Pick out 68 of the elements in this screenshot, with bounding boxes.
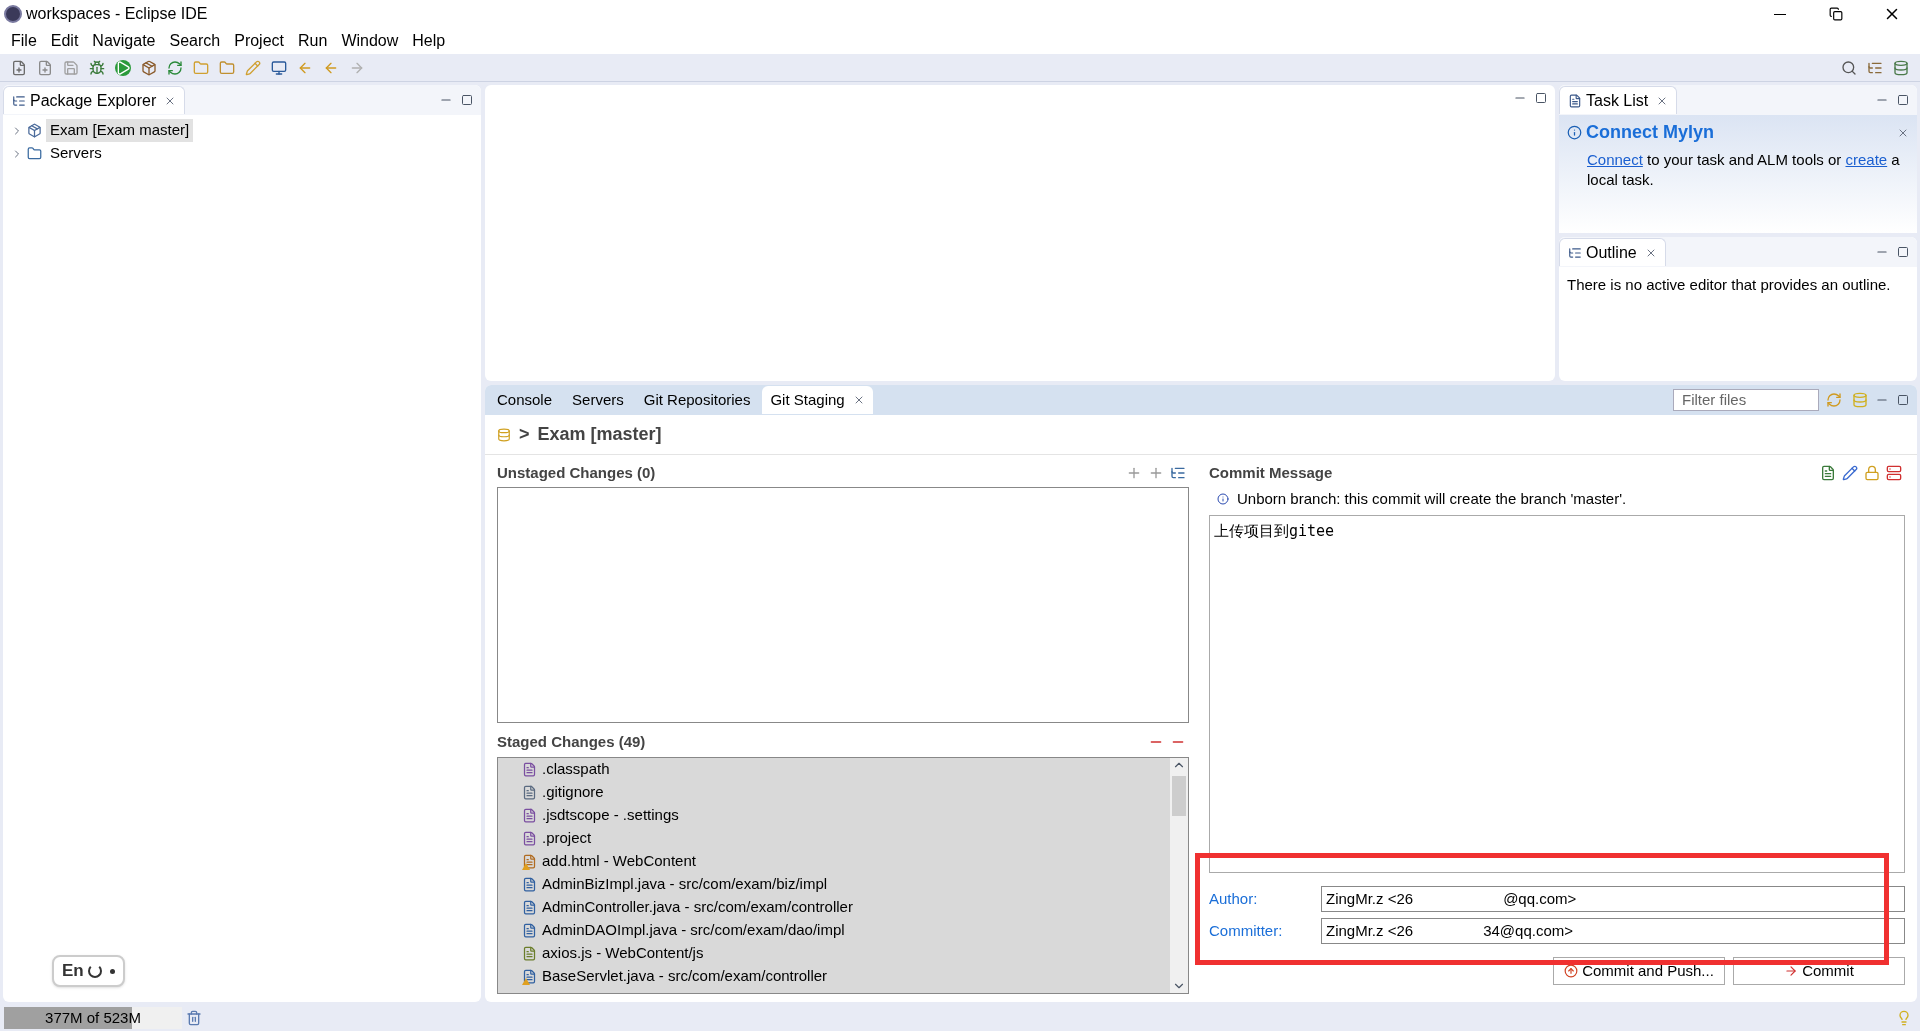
folder-icon (27, 146, 42, 161)
staged-file-entry[interactable]: AdminBizImpl.java - src/com/exam/biz/impl (542, 873, 828, 896)
panel-tab[interactable]: Git Repositories (635, 386, 759, 414)
mylyn-description: Connect to your task and ALM tools or create a local task. (1586, 150, 1901, 190)
connect-link[interactable]: Connect (1587, 151, 1643, 168)
menu-item[interactable]: Window (334, 29, 406, 53)
breadcrumb-separator: > (519, 423, 530, 446)
maximize-icon[interactable] (1535, 92, 1547, 104)
menu-item[interactable]: Run (291, 29, 335, 53)
package-explorer-icon (12, 93, 26, 108)
panel-tab[interactable]: Console (489, 386, 561, 414)
view-tab[interactable]: Package Explorer (3, 86, 186, 114)
section-title: Unstaged Changes (0) (497, 462, 656, 483)
menu-item[interactable]: Help (405, 29, 453, 53)
view-tab[interactable]: Task List (1559, 86, 1678, 114)
restore-icon (1829, 7, 1843, 21)
app-logo-icon (4, 5, 22, 23)
menu-item[interactable]: Search (162, 29, 228, 53)
scrollbar[interactable] (1170, 758, 1188, 993)
ime-indicator[interactable]: En (52, 955, 125, 987)
staged-file-entry[interactable]: AdminDAOImpl.java - src/com/exam/dao/impl (542, 919, 845, 942)
commit-arrow-icon (1784, 964, 1799, 978)
author-field[interactable]: ZingMr.z <26 @qq.com> (1321, 886, 1905, 912)
outline-icon (1568, 245, 1582, 260)
maximize-icon[interactable] (461, 94, 473, 106)
committer-label: Committer: (1209, 920, 1284, 941)
staged-file-entry[interactable]: .classpath (542, 758, 610, 781)
section-title: Staged Changes (49) (497, 731, 646, 752)
menu-item[interactable]: Navigate (85, 29, 163, 53)
mylyn-title: Connect Mylyn (1586, 121, 1714, 144)
staged-file-entry[interactable]: .gitignore (542, 781, 604, 804)
view-tab[interactable]: Outline (1559, 238, 1666, 266)
staged-file-entry[interactable]: AdminController.java - src/com/exam/controller (542, 896, 853, 919)
heap-reading: 377M of 523M (45, 1007, 141, 1028)
menu-item[interactable]: File (4, 29, 44, 53)
repository-icon (497, 427, 511, 442)
maximize-icon[interactable] (1897, 394, 1909, 406)
panel-tab[interactable]: Servers (564, 386, 632, 414)
info-message: Unborn branch: this commit will create the branch 'master'. (1237, 488, 1627, 509)
section-title: Commit Message (1209, 462, 1333, 483)
commit-message-field[interactable]: 上传项目到gitee (1209, 515, 1905, 873)
maximize-icon[interactable] (1897, 246, 1909, 258)
menu-item[interactable]: Edit (43, 29, 86, 53)
create-link[interactable]: create (1845, 151, 1888, 168)
tree-item[interactable]: Exam [Exam master] (46, 119, 194, 142)
staged-file-entry[interactable]: .jsdtscope - .settings (542, 804, 679, 827)
tree-item[interactable]: Servers (46, 142, 106, 165)
author-label: Author: (1209, 888, 1259, 909)
menu-item[interactable]: Project (227, 29, 291, 53)
minimize-icon (1774, 13, 1786, 15)
task-list-icon (1568, 93, 1582, 108)
scroll-thumb[interactable] (1172, 776, 1186, 816)
garbage-collect-icon[interactable] (186, 1010, 202, 1026)
staged-file-entry[interactable]: BaseServlet.java - src/com/exam/controller (542, 965, 828, 988)
staged-file-entry[interactable]: axios.js - WebContent/js (542, 942, 704, 965)
committer-field[interactable]: ZingMr.z <26 34@qq.com> (1321, 918, 1905, 944)
maximize-icon[interactable] (1897, 94, 1909, 106)
staged-file-entry[interactable]: .project (542, 827, 592, 850)
staged-file-entry[interactable]: add.html - WebContent (542, 850, 696, 873)
info-icon (1567, 125, 1582, 140)
outline-message: There is no active editor that provides an outline. (1566, 275, 1892, 295)
panel-tab[interactable]: Git Staging (762, 386, 873, 414)
push-icon (1564, 964, 1579, 978)
filter-field[interactable]: Filter files (1673, 389, 1819, 411)
project-icon (27, 123, 42, 138)
repository-title: Exam [master] (537, 423, 662, 446)
info-icon (1217, 493, 1229, 505)
window-title: workspaces - Eclipse IDE (26, 4, 208, 24)
